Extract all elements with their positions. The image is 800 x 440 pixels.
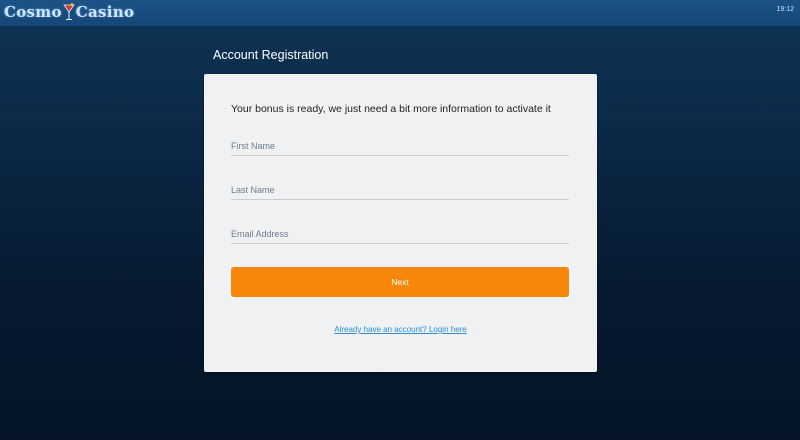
- registration-card: Your bonus is ready, we just need a bit …: [204, 74, 597, 372]
- top-bar: Cosmo Casino 19:12: [0, 0, 800, 27]
- page-title: Account Registration: [213, 48, 329, 62]
- logo-text-left: Cosmo: [4, 3, 62, 21]
- next-button[interactable]: Next: [231, 267, 569, 297]
- login-link[interactable]: Already have an account? Login here: [204, 325, 597, 334]
- last-name-field[interactable]: [231, 180, 569, 200]
- logo-text-right: Casino: [75, 3, 135, 21]
- bonus-heading: Your bonus is ready, we just need a bit …: [231, 103, 551, 115]
- clock: 19:12: [776, 6, 794, 13]
- cocktail-glass-icon: [62, 2, 75, 22]
- first-name-field[interactable]: [231, 136, 569, 156]
- cosmo-casino-logo[interactable]: Cosmo Casino: [4, 1, 134, 23]
- email-field[interactable]: [231, 224, 569, 244]
